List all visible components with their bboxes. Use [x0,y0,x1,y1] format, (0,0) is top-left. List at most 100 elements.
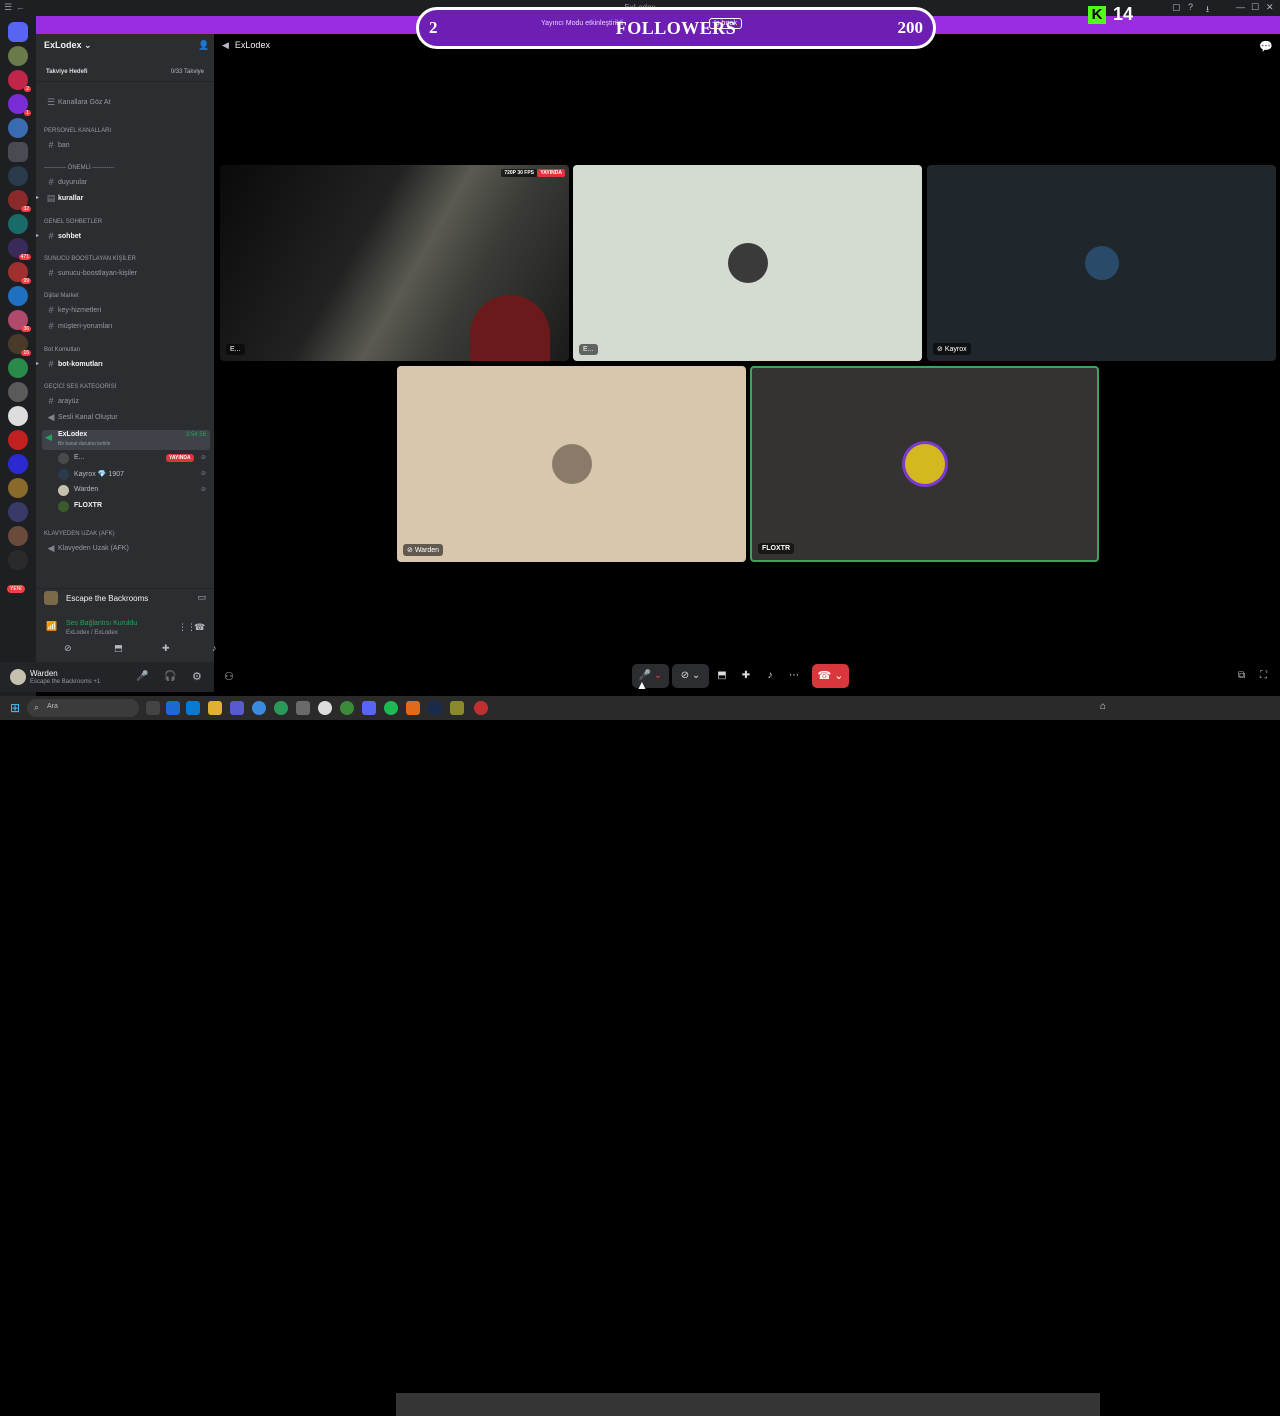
discord-taskbar-icon[interactable] [362,701,376,715]
server-icon[interactable] [8,46,28,66]
channel-item[interactable]: ◀ Klavyeden Uzak (AFK) [36,542,214,556]
spotify-icon[interactable] [384,701,398,715]
server-name[interactable]: ExLodex ⌄ [44,40,92,51]
channel-item[interactable]: # müşteri-yorumları [36,320,214,334]
video-off-icon[interactable]: ⊘ [64,643,72,654]
app-icon[interactable] [474,701,488,715]
edge-icon[interactable] [186,701,200,715]
category-header[interactable]: PERSONEL KANALLARI [36,125,214,139]
voice-user[interactable]: E... YAYINDA ⊘ [58,452,210,466]
server-icon[interactable] [8,478,28,498]
server-icon[interactable] [8,214,28,234]
server-icon[interactable] [8,454,28,474]
app-icon[interactable] [318,701,332,715]
channel-item[interactable]: # sunucu-boostlayan-kişiler [36,267,214,281]
app-icon[interactable] [166,701,180,715]
calculator-icon[interactable] [296,701,310,715]
invite-icon[interactable]: 👤 [198,40,209,51]
server-icon[interactable]: 16 [8,334,31,356]
chat-icon[interactable]: 💬 [1259,40,1273,53]
server-icon[interactable] [8,358,28,378]
screen-share-button[interactable]: ⬒ [712,664,732,688]
taskbar-search[interactable]: ⌕ Ara [27,699,139,717]
category-header[interactable]: ----------- ÖNEMLİ ----------- [36,162,214,176]
server-icon[interactable]: 32 [8,190,31,212]
close-button[interactable]: ✕ [1266,2,1274,13]
server-icon[interactable] [8,430,28,450]
server-icon[interactable]: 36 [8,310,31,332]
server-icon[interactable] [8,526,28,546]
tray-icon[interactable]: ⌂ [1100,701,1106,712]
category-header[interactable]: GEÇİCİ SES KATEGORİSİ [36,381,214,395]
participant-tile[interactable]: ⊘ Kayrox [927,165,1276,361]
steam-icon[interactable] [428,701,442,715]
boost-goal[interactable]: Takviye Hedefi 0/33 Takviye [36,64,214,82]
voice-user[interactable]: Kayrox 💎 1907 ⊘ [58,468,210,482]
signal-icon[interactable]: 📶 [46,621,57,632]
chrome-icon[interactable] [340,701,354,715]
server-icon[interactable]: 471 [8,238,31,260]
category-header[interactable]: Dijital Market [36,290,214,304]
app-icon[interactable] [252,701,266,715]
channel-item[interactable]: # key-hizmetleri [36,304,214,318]
channel-item[interactable]: # ban [36,139,214,153]
minimize-button[interactable]: — [1236,2,1245,12]
voice-user[interactable]: FLOXTR [58,500,210,514]
category-header[interactable]: GENEL SOHBETLER [36,216,214,230]
server-icon[interactable] [8,118,28,138]
server-icon[interactable] [8,502,28,522]
screen-icon[interactable]: ▭ [197,592,206,603]
help-icon[interactable]: ? [1188,2,1193,12]
activity-launcher-icon[interactable]: ⚇ [224,670,234,683]
teams-icon[interactable] [230,701,244,715]
leave-call-button[interactable]: ☎ ⌄ [812,664,849,688]
disconnect-icon[interactable]: ☎ [194,622,205,633]
category-header[interactable]: Bot Komutları [36,344,214,358]
inbox-icon[interactable]: ▢ [1172,2,1181,13]
mic-muted-icon[interactable]: 🎤 [136,671,148,682]
participant-tile[interactable]: E... [573,165,922,361]
activity-panel[interactable]: Escape the Backrooms ▭ [36,588,214,608]
active-voice-channel[interactable]: ◀ ExLodex Bir kanal durumu belirle 3:54:… [42,430,210,450]
task-view-icon[interactable] [146,701,160,715]
channel-item[interactable]: ▸ # sohbet [36,230,214,244]
participant-tile[interactable]: ⊘ Warden [397,366,746,562]
channel-item[interactable]: ▸ ▤ kurallar [36,192,214,206]
server-icon[interactable]: 99 [8,262,31,284]
camera-toggle-button[interactable]: ⊘ ⌄ [672,664,709,688]
server-icon[interactable] [8,406,28,426]
server-icon-active[interactable] [8,142,28,162]
activities-button[interactable]: ✚ [736,664,756,688]
app-icon[interactable] [450,701,464,715]
channel-item[interactable]: ◀ Sesli Kanal Oluştur [36,411,214,425]
server-icon[interactable] [8,166,28,186]
channel-item[interactable]: # arayüz [36,395,214,409]
server-icon[interactable] [8,286,28,306]
server-icon[interactable] [8,382,28,402]
maximize-button[interactable]: ☐ [1251,2,1259,13]
app-icon[interactable] [274,701,288,715]
soundboard-button[interactable]: ♪ [760,664,780,688]
more-options-button[interactable]: ⋯ [784,664,804,688]
activity-icon[interactable]: ✚ [162,643,170,654]
popout-icon[interactable]: ⧉ [1238,670,1245,681]
fullscreen-icon[interactable]: ⛶ [1260,670,1267,681]
browse-channels[interactable]: ☰ Kanallara Göz At [36,96,214,110]
gear-icon[interactable]: ⚙ [192,670,202,683]
server-icon[interactable]: 1 [8,94,31,116]
discord-home-icon[interactable] [8,22,28,42]
headphones-icon[interactable]: 🎧 [164,671,176,682]
app-icon[interactable] [406,701,420,715]
soundboard-icon[interactable]: ♪ [212,643,217,653]
screen-share-icon[interactable]: ⬒ [114,643,123,654]
channel-item[interactable]: # duyurular [36,176,214,190]
channel-item[interactable]: ▸ # bot-komutları [36,358,214,372]
server-icon[interactable]: 2 [8,70,31,92]
category-header[interactable]: SUNUCU BOOSTLAYAN KİŞİLER [36,253,214,267]
windows-start-icon[interactable]: ⊞ [10,701,20,715]
voice-user[interactable]: Warden ⊘ [58,484,210,498]
file-explorer-icon[interactable] [208,701,222,715]
stream-tile[interactable]: 720P 30 FPS YAYINDA E... [220,165,569,361]
category-header[interactable]: KLAVYEDEN UZAK (AFK) [36,528,214,542]
participant-tile-speaking[interactable]: FLOXTR [750,366,1099,562]
